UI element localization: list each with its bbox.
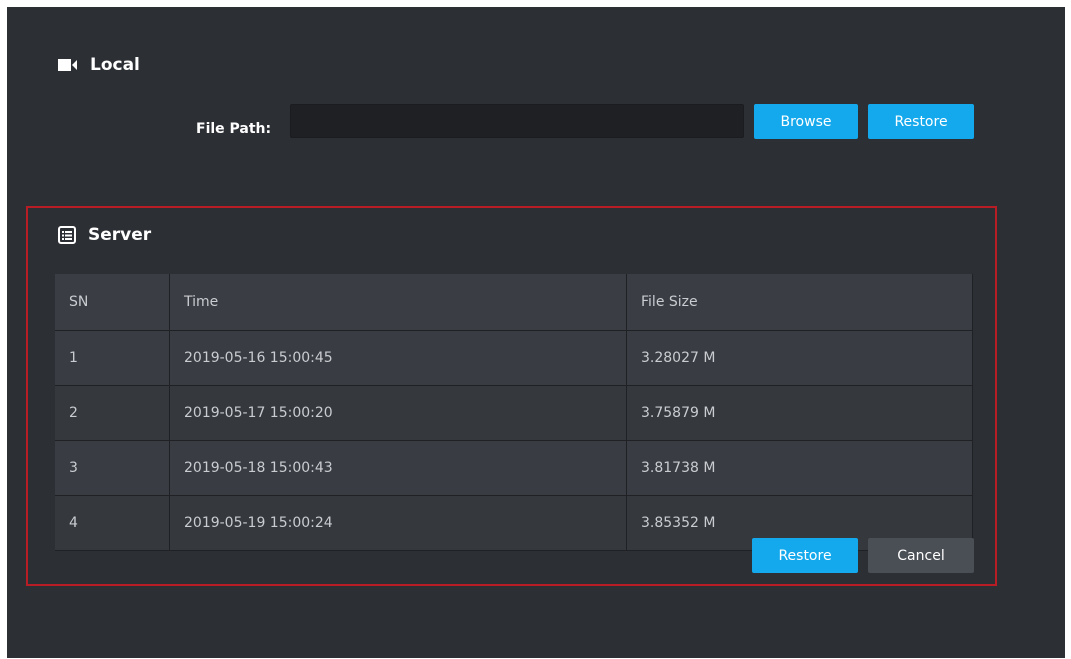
cell-time: 2019-05-17 15:00:20 (169, 385, 627, 441)
column-header-time[interactable]: Time (169, 274, 627, 331)
cell-file-size: 3.28027 M (626, 330, 973, 386)
table-row[interactable]: 1 2019-05-16 15:00:45 3.28027 M (55, 330, 973, 386)
cell-time: 2019-05-19 15:00:24 (169, 495, 627, 551)
cell-file-size: 3.81738 M (626, 440, 973, 496)
video-camera-icon (58, 58, 78, 72)
backup-table: SN Time File Size 1 2019-05-16 15:00:45 … (55, 274, 973, 551)
file-path-input[interactable] (290, 104, 744, 138)
column-header-sn[interactable]: SN (55, 274, 170, 331)
cell-sn: 3 (55, 440, 170, 496)
server-section-title: Server (88, 225, 152, 245)
local-section-title: Local (90, 55, 140, 75)
restore-server-button[interactable]: Restore (752, 538, 858, 573)
cell-file-size: 3.75879 M (626, 385, 973, 441)
list-icon (58, 226, 76, 244)
cancel-button[interactable]: Cancel (868, 538, 974, 573)
table-header-row: SN Time File Size (55, 274, 973, 331)
server-section-header: Server (58, 225, 151, 245)
column-header-file-size[interactable]: File Size (626, 274, 973, 331)
cell-sn: 4 (55, 495, 170, 551)
cell-time: 2019-05-16 15:00:45 (169, 330, 627, 386)
cell-sn: 1 (55, 330, 170, 386)
table-row[interactable]: 3 2019-05-18 15:00:43 3.81738 M (55, 440, 973, 496)
file-path-label: File Path: (196, 121, 272, 137)
table-row[interactable]: 2 2019-05-17 15:00:20 3.75879 M (55, 385, 973, 441)
cell-sn: 2 (55, 385, 170, 441)
cell-time: 2019-05-18 15:00:43 (169, 440, 627, 496)
local-section-header: Local (58, 55, 140, 75)
browse-button[interactable]: Browse (754, 104, 858, 139)
restore-local-button[interactable]: Restore (868, 104, 974, 139)
